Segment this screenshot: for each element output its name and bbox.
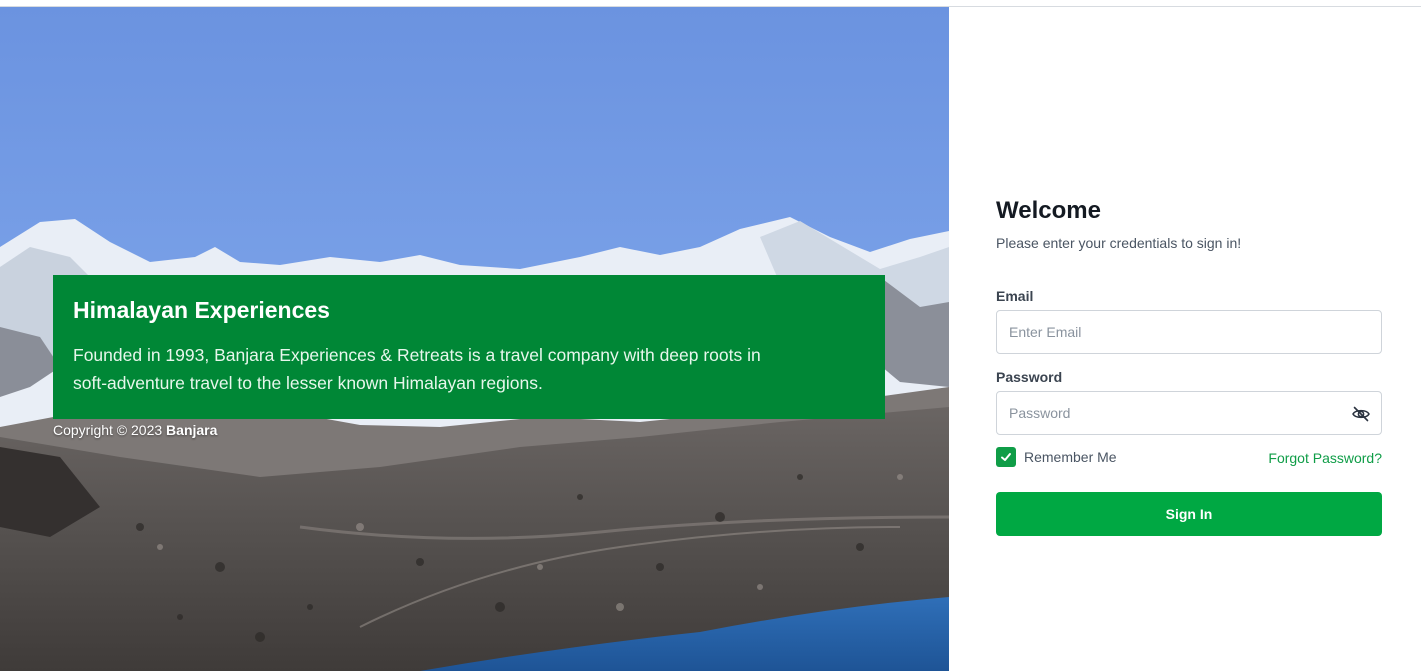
hero-title: Himalayan Experiences: [73, 297, 330, 323]
email-input[interactable]: [997, 311, 1381, 353]
email-label: Email: [996, 288, 1034, 304]
hero-section: Himalayan Experiences Founded in 1993, B…: [0, 7, 949, 671]
copyright-brand: Banjara: [166, 422, 218, 438]
welcome-heading: Welcome: [996, 197, 1101, 224]
email-field-wrapper: [996, 310, 1382, 354]
password-input[interactable]: [997, 392, 1381, 434]
copyright-text: Copyright © 2023 Banjara: [53, 421, 217, 439]
eye-off-icon[interactable]: [1351, 404, 1371, 424]
copyright-prefix: Copyright © 2023: [53, 422, 163, 438]
welcome-subtitle: Please enter your credentials to sign in…: [996, 235, 1242, 251]
forgot-password-link[interactable]: Forgot Password?: [1268, 450, 1382, 466]
password-label: Password: [996, 369, 1063, 385]
hero-description: Founded in 1993, Banjara Experiences & R…: [73, 345, 761, 393]
login-panel: Welcome Please enter your credentials to…: [949, 7, 1421, 671]
sign-in-button[interactable]: Sign In: [996, 492, 1382, 536]
remember-me-toggle[interactable]: Remember Me: [996, 447, 1117, 467]
top-border: [0, 0, 1421, 7]
remember-me-checkbox[interactable]: [996, 447, 1016, 467]
promo-banner: Himalayan Experiences Founded in 1993, B…: [53, 275, 885, 419]
password-field-wrapper: [996, 391, 1382, 435]
checkmark-icon: [1001, 453, 1011, 461]
remember-me-label: Remember Me: [1024, 449, 1117, 465]
